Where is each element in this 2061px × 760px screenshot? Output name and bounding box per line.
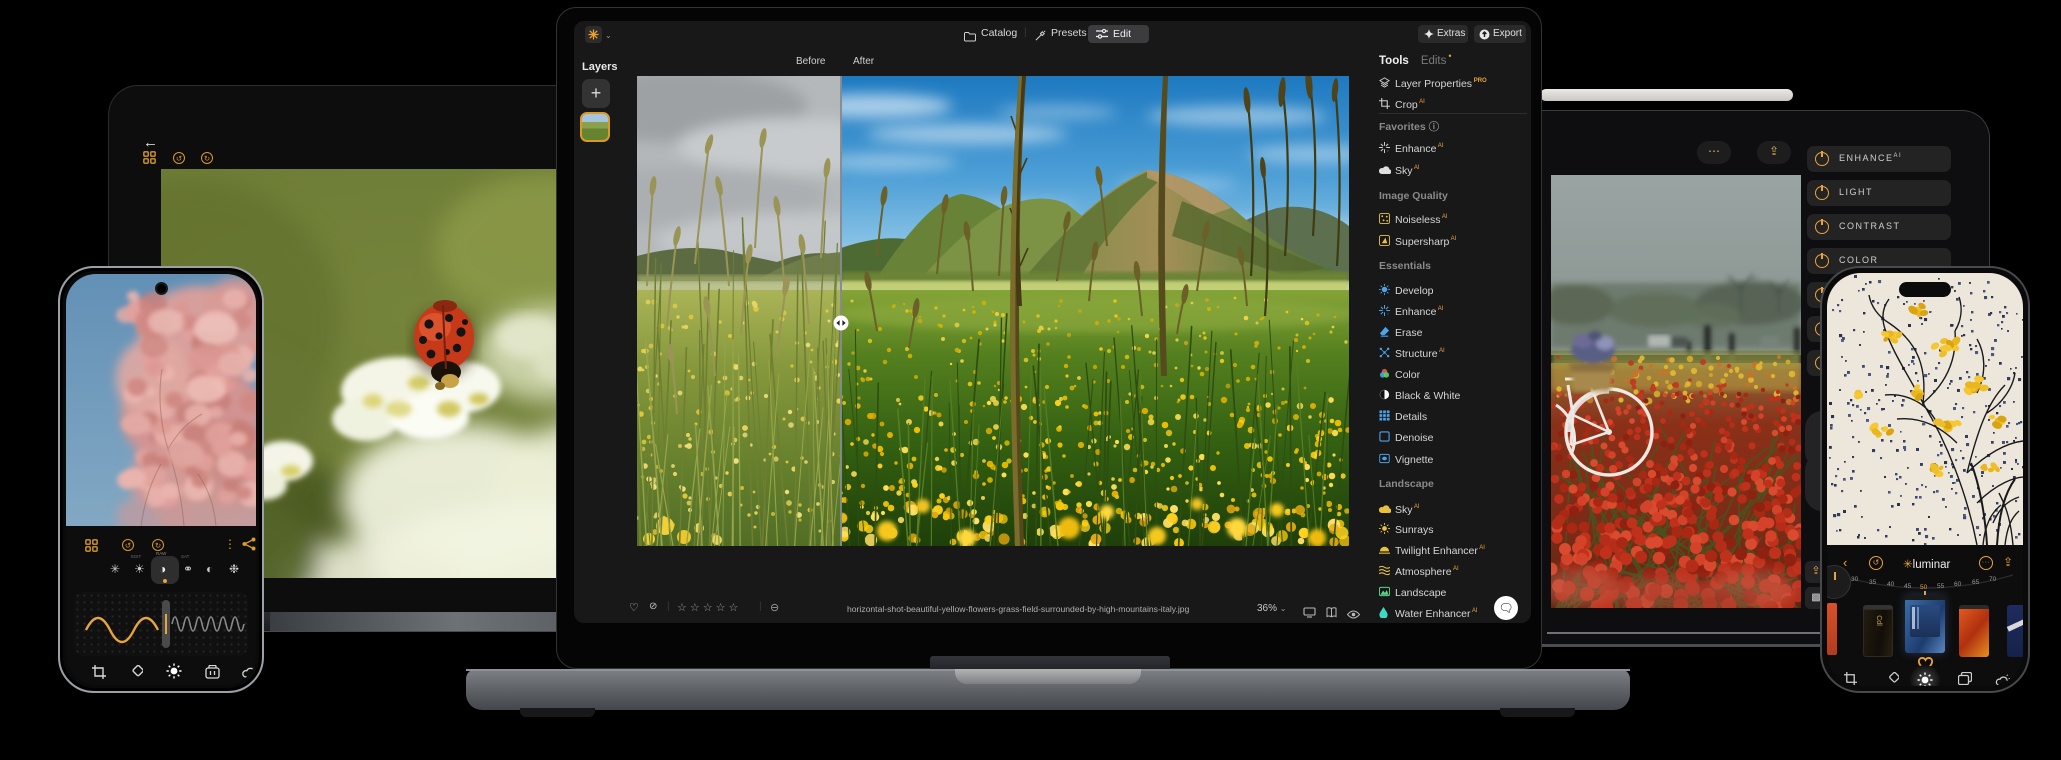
svg-text:40: 40 <box>1887 581 1895 588</box>
svg-text:65: 65 <box>1972 579 1980 586</box>
svg-text:60: 60 <box>1954 581 1962 588</box>
svg-text:55: 55 <box>1937 583 1945 590</box>
svg-text:35: 35 <box>1869 579 1877 586</box>
svg-text:50: 50 <box>1920 584 1928 591</box>
svg-text:45: 45 <box>1904 583 1912 590</box>
svg-text:70: 70 <box>1989 576 1997 583</box>
svg-text:30: 30 <box>1851 576 1859 583</box>
